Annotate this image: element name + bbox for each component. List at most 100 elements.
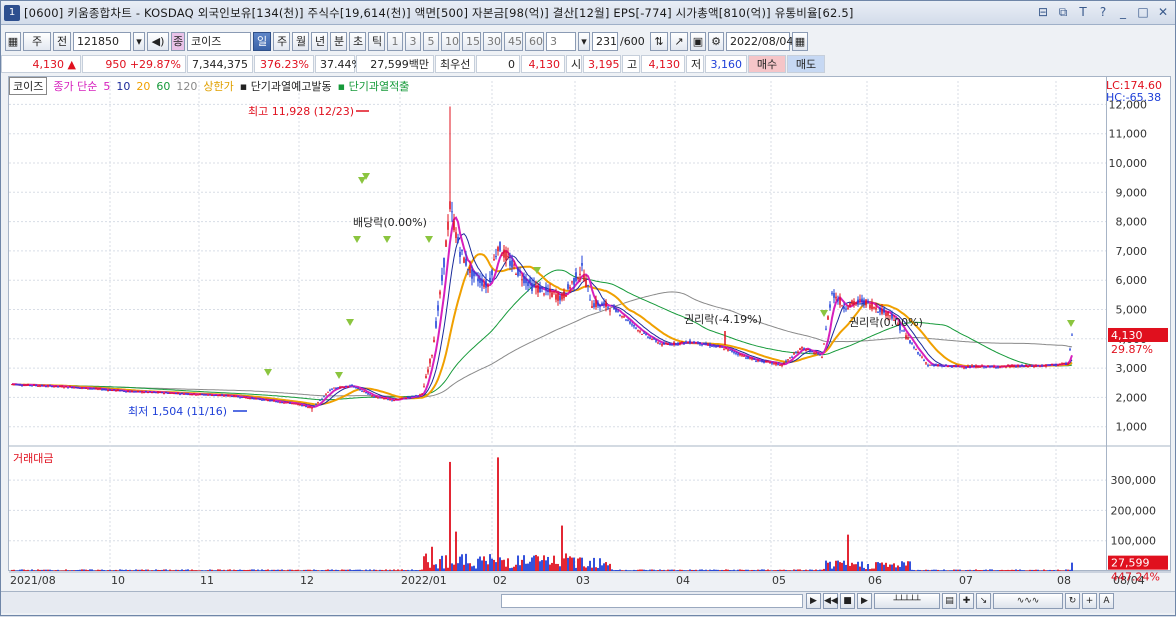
hc-label: HC:-65.38 (1106, 91, 1161, 104)
candle-body (431, 355, 433, 356)
volume-bar (155, 569, 157, 571)
candle-body (609, 311, 611, 312)
candle-body (983, 367, 985, 368)
candle-body (599, 305, 601, 307)
volume-bar (1027, 570, 1029, 571)
candle-body (643, 333, 645, 334)
candle-body (1019, 367, 1021, 368)
volume-bar (621, 570, 623, 571)
volume-bar (221, 570, 223, 571)
volume-bar (961, 570, 963, 571)
volume-bar (713, 570, 715, 571)
volume-bar (795, 570, 797, 571)
rewind-icon[interactable]: ◀◀ (823, 593, 838, 609)
text-icon[interactable]: A (1099, 593, 1114, 609)
chart-type-icons[interactable]: ∿∿∿ (993, 593, 1063, 609)
volume-bar (905, 566, 907, 571)
zoom-in-icon[interactable]: + (1082, 593, 1097, 609)
candle-body (1057, 365, 1059, 366)
volume-bar (551, 563, 553, 571)
chart-scrollbar[interactable] (501, 594, 803, 608)
candle-body (665, 343, 667, 344)
candle-body (595, 300, 597, 307)
volume-bar (977, 570, 979, 571)
volume-bar (271, 570, 273, 571)
candle-body (789, 357, 791, 358)
candle-body (149, 391, 151, 392)
candle-body (1069, 349, 1071, 350)
volume-bar (339, 570, 341, 571)
volume-bar (71, 570, 73, 571)
volume-bar (901, 561, 903, 571)
legend-stock-name[interactable]: 코이즈 (9, 77, 47, 95)
volume-bar (403, 570, 405, 571)
volume-bar (853, 564, 855, 571)
legend-warn2: ▪ 단기과열적출 (338, 78, 410, 94)
candle-body (199, 394, 201, 395)
candle-body (1039, 366, 1041, 367)
candle-body (977, 366, 979, 368)
candle-body (757, 360, 759, 361)
volume-bar (119, 569, 121, 571)
volume-bar (893, 563, 895, 571)
volume-bar (969, 570, 971, 571)
volume-bar (175, 570, 177, 571)
cross-icon[interactable]: ✚ (959, 593, 974, 609)
forward-icon[interactable]: ▶ (857, 593, 872, 609)
volume-bar (113, 570, 115, 571)
volume-bar (255, 570, 257, 571)
candle-body (933, 365, 935, 366)
candle-body (1059, 364, 1061, 365)
candle-body (261, 400, 263, 401)
candle-body (345, 386, 347, 387)
layout-icon[interactable]: ▤ (942, 593, 957, 609)
candle-body (27, 384, 29, 385)
volume-bar (885, 563, 887, 571)
candle-body (645, 334, 647, 335)
candle-body (1007, 365, 1009, 366)
candle-body (939, 365, 941, 366)
candle-body (641, 334, 643, 335)
volume-bar (443, 568, 445, 571)
volume-bar (225, 570, 227, 571)
volume-bar (883, 565, 885, 571)
candle-body (55, 386, 57, 387)
zoom-slider[interactable]: ┴┴┴┴┴ (874, 593, 940, 609)
volume-bar (259, 570, 261, 571)
volume-bar (321, 570, 323, 571)
candle-body (861, 299, 863, 302)
candle-body (655, 340, 657, 341)
volume-bar (385, 569, 387, 571)
volume-tick-label: 200,000 (1111, 504, 1157, 517)
volume-bar (283, 570, 285, 571)
candle-body (245, 398, 247, 399)
volume-bar (821, 570, 823, 571)
volume-bar (395, 570, 397, 571)
candle-body (175, 393, 177, 394)
volume-bar (109, 570, 111, 571)
refresh-icon[interactable]: ↻ (1065, 593, 1080, 609)
volume-bar (383, 570, 385, 571)
volume-bar (819, 570, 821, 571)
volume-bar (575, 568, 577, 571)
stop-icon[interactable]: ■ (840, 593, 855, 609)
volume-bar (559, 566, 561, 571)
candle-body (449, 201, 451, 209)
candle-body (517, 267, 519, 275)
volume-bar (311, 570, 313, 571)
candle-body (319, 400, 321, 401)
current-volume-pct: 447.24% (1111, 571, 1160, 584)
candle-body (797, 352, 799, 353)
candle-body (985, 367, 987, 368)
volume-bar (1051, 570, 1053, 571)
cursor-icon[interactable]: ↘ (976, 593, 991, 609)
play-icon[interactable]: ▶ (806, 593, 821, 609)
candle-body (1005, 367, 1007, 368)
candle-body (189, 394, 191, 395)
candle-body (865, 299, 867, 305)
candle-body (87, 389, 89, 390)
candle-body (95, 388, 97, 389)
candle-body (837, 300, 839, 301)
volume-bar (731, 570, 733, 571)
candle-body (571, 281, 573, 282)
